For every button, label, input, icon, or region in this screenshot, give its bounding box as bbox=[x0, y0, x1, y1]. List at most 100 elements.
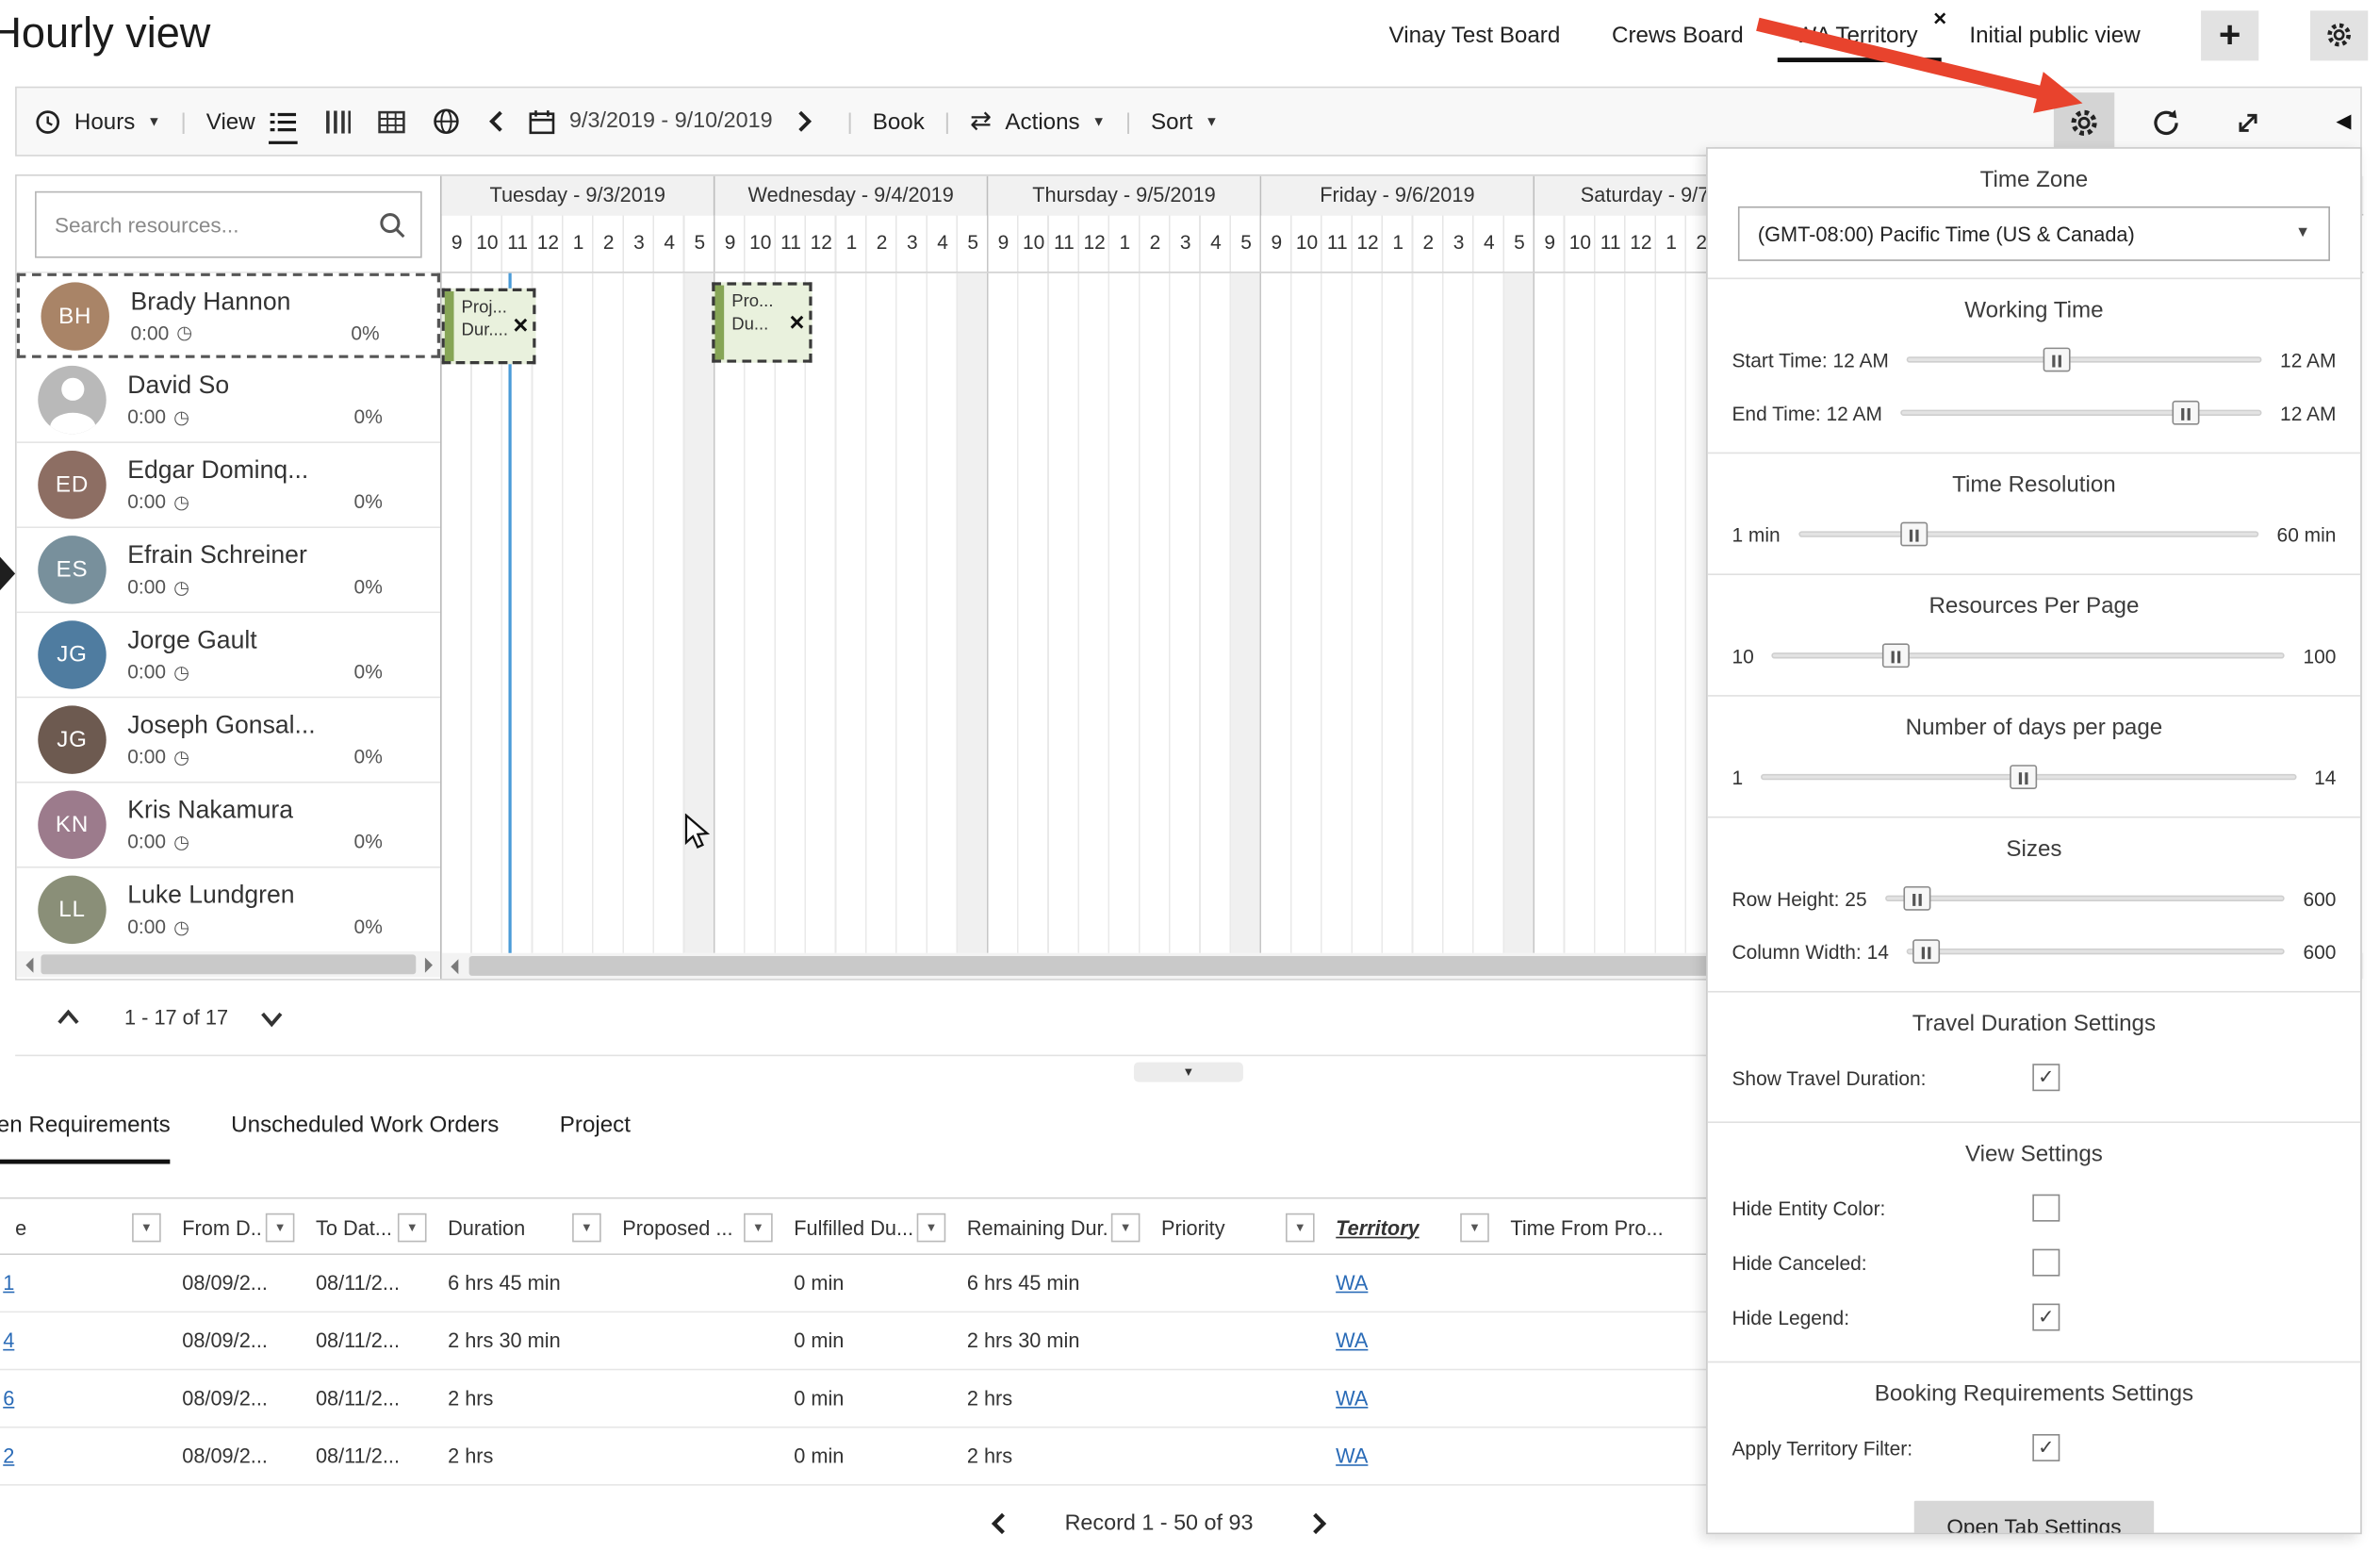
open-tab-settings-button[interactable]: Open Tab Settings bbox=[1913, 1501, 2155, 1534]
remove-booking-icon[interactable]: × bbox=[790, 307, 805, 338]
column-filter-button[interactable]: ▼ bbox=[398, 1213, 427, 1243]
territory-link[interactable]: WA bbox=[1336, 1329, 1368, 1352]
requirement-link[interactable]: 1 bbox=[3, 1272, 14, 1295]
booking-block[interactable]: Pro... Du... × bbox=[712, 282, 812, 362]
tab-vinay-test-board[interactable]: Vinay Test Board bbox=[1389, 22, 1561, 47]
tab-initial-public-view[interactable]: Initial public view bbox=[1969, 22, 2140, 47]
day-header[interactable]: Tuesday - 9/3/2019 bbox=[442, 176, 715, 216]
column-filter-button[interactable]: ▼ bbox=[132, 1213, 161, 1243]
expand-left-panel-icon[interactable] bbox=[0, 557, 15, 590]
close-tab-icon[interactable]: × bbox=[1933, 6, 1946, 31]
search-input[interactable] bbox=[35, 191, 422, 258]
resource-row[interactable]: ED Edgar Dominq... 0:00◷0% bbox=[17, 443, 440, 528]
hide-canceled-checkbox[interactable] bbox=[2032, 1249, 2060, 1277]
show-travel-duration-checkbox[interactable]: ✓ bbox=[2032, 1064, 2060, 1091]
territory-link[interactable]: WA bbox=[1336, 1444, 1368, 1467]
date-range-picker[interactable]: 9/3/2019 - 9/10/2019 bbox=[529, 108, 773, 134]
column-header-priority: Priority bbox=[1161, 1216, 1225, 1239]
resource-row[interactable]: JG Joseph Gonsal... 0:00◷0% bbox=[17, 698, 440, 783]
booking-block[interactable]: Proj... Dur.... × bbox=[442, 289, 536, 364]
table-row[interactable]: 4 08/09/2... 08/11/2... 2 hrs 30 min 0 m… bbox=[0, 1312, 1720, 1370]
table-view-button[interactable] bbox=[378, 110, 405, 133]
column-filter-button[interactable]: ▼ bbox=[572, 1213, 601, 1243]
day-header[interactable]: Wednesday - 9/4/2019 bbox=[714, 176, 988, 216]
book-button[interactable]: Book bbox=[873, 108, 925, 134]
table-row[interactable]: 2 08/09/2... 08/11/2... 2 hrs 0 min 2 hr… bbox=[0, 1428, 1720, 1486]
resource-row[interactable]: LL Luke Lundgren 0:00◷0% bbox=[17, 868, 440, 953]
days-per-page-slider[interactable] bbox=[1761, 764, 2295, 791]
column-filter-button[interactable]: ▼ bbox=[1111, 1213, 1141, 1243]
resource-row[interactable]: JG Jorge Gault 0:00◷0% bbox=[17, 613, 440, 698]
resource-row[interactable]: David So 0:00◷0% bbox=[17, 358, 440, 443]
list-view-button[interactable] bbox=[269, 110, 298, 143]
time-resolution-slider[interactable] bbox=[1798, 520, 2258, 548]
slider-handle[interactable] bbox=[2043, 348, 2070, 372]
tab-crews-board[interactable]: Crews Board bbox=[1612, 22, 1744, 47]
previous-dates-button[interactable] bbox=[485, 107, 507, 135]
time-zone-select[interactable]: (GMT-08:00) Pacific Time (US & Canada) ▼ bbox=[1738, 206, 2330, 261]
map-view-button[interactable] bbox=[433, 107, 460, 135]
tab-unscheduled-work-orders[interactable]: Unscheduled Work Orders bbox=[231, 1113, 499, 1164]
apply-territory-filter-checkbox[interactable]: ✓ bbox=[2032, 1434, 2060, 1461]
fullscreen-button[interactable] bbox=[2218, 92, 2278, 153]
add-board-button[interactable]: + bbox=[2201, 9, 2258, 59]
column-filter-button[interactable]: ▼ bbox=[917, 1213, 946, 1243]
hour-label: 3 bbox=[897, 231, 927, 254]
page-up-button[interactable] bbox=[52, 1003, 85, 1033]
column-filter-button[interactable]: ▼ bbox=[266, 1213, 295, 1243]
resource-row[interactable]: BH Brady Hannon 0:00◷0% bbox=[17, 273, 440, 358]
search-icon[interactable] bbox=[378, 211, 407, 240]
scheduler-settings-button[interactable] bbox=[2054, 92, 2114, 153]
day-header[interactable]: Friday - 9/6/2019 bbox=[1261, 176, 1535, 216]
remove-booking-icon[interactable]: × bbox=[513, 311, 528, 341]
slider-handle[interactable] bbox=[1881, 643, 1909, 668]
refresh-button[interactable] bbox=[2136, 92, 2196, 153]
territory-link[interactable]: WA bbox=[1336, 1272, 1368, 1295]
column-width-slider[interactable] bbox=[1907, 938, 2285, 965]
collapse-panel-icon[interactable]: ◀ bbox=[2336, 109, 2351, 134]
tab-project[interactable]: Project bbox=[560, 1113, 631, 1164]
scrollbar-thumb[interactable] bbox=[469, 956, 1730, 976]
splitter-handle[interactable]: ▼ bbox=[1134, 1063, 1243, 1082]
table-row[interactable]: 6 08/09/2... 08/11/2... 2 hrs 0 min 2 hr… bbox=[0, 1370, 1720, 1427]
slider-handle[interactable] bbox=[2010, 765, 2037, 789]
actions-dropdown[interactable]: ⇄ Actions ▼ bbox=[970, 107, 1106, 137]
tab-open-requirements[interactable]: Open Requirements bbox=[0, 1113, 171, 1164]
time-mode-dropdown[interactable]: Hours ▼ bbox=[35, 108, 161, 134]
table-row[interactable]: 1 08/09/2... 08/11/2... 6 hrs 45 min 0 m… bbox=[0, 1255, 1720, 1312]
requirement-link[interactable]: 2 bbox=[3, 1444, 14, 1467]
requirement-link[interactable]: 4 bbox=[3, 1329, 14, 1352]
requirement-link[interactable]: 6 bbox=[3, 1387, 14, 1410]
sort-dropdown[interactable]: Sort ▼ bbox=[1151, 108, 1219, 134]
day-header[interactable]: Thursday - 9/5/2019 bbox=[988, 176, 1261, 216]
board-settings-button[interactable] bbox=[2310, 9, 2368, 59]
hide-legend-checkbox[interactable]: ✓ bbox=[2032, 1304, 2060, 1331]
column-filter-button[interactable]: ▼ bbox=[1286, 1213, 1315, 1243]
page-down-button[interactable] bbox=[255, 1003, 288, 1033]
resource-row[interactable]: ES Efrain Schreiner 0:00◷0% bbox=[17, 528, 440, 613]
row-height-slider[interactable] bbox=[1885, 884, 2285, 912]
slider-handle[interactable] bbox=[1912, 939, 1940, 964]
hide-entity-color-checkbox[interactable] bbox=[2032, 1195, 2060, 1222]
scroll-left-arrow[interactable] bbox=[17, 951, 41, 977]
slider-handle[interactable] bbox=[1900, 522, 1928, 547]
timeline-view-button[interactable] bbox=[325, 110, 351, 133]
start-time-slider[interactable] bbox=[1907, 346, 2262, 373]
slider-handle[interactable] bbox=[2173, 401, 2200, 425]
column-filter-button[interactable]: ▼ bbox=[1460, 1213, 1489, 1243]
previous-page-button[interactable] bbox=[989, 1510, 1010, 1537]
next-page-button[interactable] bbox=[1307, 1510, 1329, 1537]
tab-wa-territory[interactable]: WA Territory × bbox=[1795, 22, 1917, 47]
slider-handle[interactable] bbox=[1903, 886, 1930, 911]
resource-row[interactable]: KN Kris Nakamura 0:00◷0% bbox=[17, 784, 440, 868]
column-filter-button[interactable]: ▼ bbox=[744, 1213, 773, 1243]
end-time-slider[interactable] bbox=[1900, 399, 2262, 426]
resource-panel-scrollbar[interactable] bbox=[17, 951, 440, 977]
scroll-left-arrow[interactable] bbox=[442, 953, 467, 979]
scroll-right-arrow[interactable] bbox=[416, 951, 440, 977]
territory-link[interactable]: WA bbox=[1336, 1387, 1368, 1410]
scrollbar-thumb[interactable] bbox=[41, 954, 416, 974]
resources-per-page-slider[interactable] bbox=[1772, 642, 2285, 669]
next-dates-button[interactable] bbox=[794, 107, 815, 135]
end-time-row: End Time: 12 AM 12 AM bbox=[1708, 390, 2360, 436]
